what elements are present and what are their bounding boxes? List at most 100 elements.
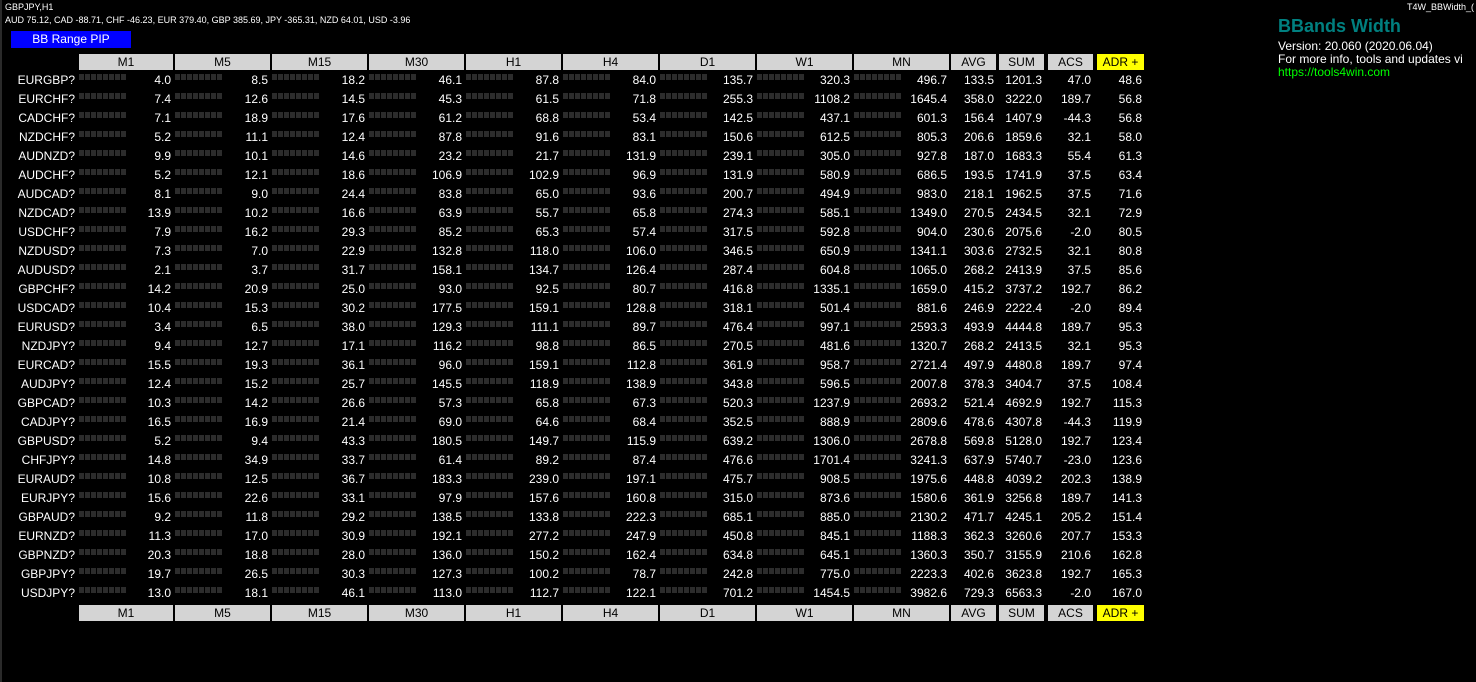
symbol-label[interactable]: CADJPY? xyxy=(0,413,75,432)
column-header-h4[interactable]: H4 xyxy=(563,605,658,621)
symbol-label[interactable]: GBPUSD? xyxy=(0,432,75,451)
value-cell: 192.7 xyxy=(1060,434,1091,448)
symbol-label[interactable]: EURCAD? xyxy=(0,356,75,375)
column-header-adr[interactable]: ADR + xyxy=(1097,605,1144,621)
symbol-label[interactable]: GBPCHF? xyxy=(0,280,75,299)
column-header-mn[interactable]: MN xyxy=(854,605,949,621)
column-header-m5[interactable]: M5 xyxy=(175,605,270,621)
column-header-m5[interactable]: M5 xyxy=(175,54,270,70)
value-cell: 25.0 xyxy=(341,282,365,296)
value-cell: 80.5 xyxy=(1118,225,1142,239)
value-cell: 888.9 xyxy=(819,415,850,429)
value-cell: 61.3 xyxy=(1118,149,1142,163)
value-cell: 193.5 xyxy=(963,168,994,182)
value-cell: 14.5 xyxy=(341,92,365,106)
symbol-label[interactable]: AUDUSD? xyxy=(0,261,75,280)
value-cell: 129.3 xyxy=(431,320,462,334)
value-cell: 2434.5 xyxy=(1005,206,1042,220)
symbol-label[interactable]: EURJPY? xyxy=(0,489,75,508)
value-cell: 160.8 xyxy=(625,491,656,505)
symbol-label[interactable]: AUDJPY? xyxy=(0,375,75,394)
value-cell: 48.6 xyxy=(1118,73,1142,87)
version-label: Version: 20.060 (2020.06.04) xyxy=(1278,39,1433,53)
symbol-label[interactable]: NZDCHF? xyxy=(0,128,75,147)
value-cell: 1741.9 xyxy=(1005,168,1042,182)
column-header-m1[interactable]: M1 xyxy=(79,54,173,70)
value-cell: 138.9 xyxy=(1111,472,1142,486)
bb-range-pip-button[interactable]: BB Range PIP xyxy=(11,31,131,48)
symbol-label[interactable]: EURAUD? xyxy=(0,470,75,489)
value-cell: 3.4 xyxy=(154,320,171,334)
column-header-w1[interactable]: W1 xyxy=(757,54,852,70)
value-cell: 402.6 xyxy=(963,567,994,581)
value-cell: 22.9 xyxy=(341,244,365,258)
symbol-label[interactable]: EURUSD? xyxy=(0,318,75,337)
value-cell: 16.2 xyxy=(244,225,268,239)
value-cell: 61.5 xyxy=(535,92,559,106)
value-cell: 205.2 xyxy=(1060,510,1091,524)
symbol-label[interactable]: NZDUSD? xyxy=(0,242,75,261)
symbol-label[interactable]: EURNZD? xyxy=(0,527,75,546)
column-header-h4[interactable]: H4 xyxy=(563,54,658,70)
column-header-m30[interactable]: M30 xyxy=(369,605,464,621)
column-header-acs[interactable]: ACS xyxy=(1048,605,1093,621)
column-header-sum[interactable]: SUM xyxy=(999,54,1044,70)
value-cell: 16.6 xyxy=(341,206,365,220)
symbol-label[interactable]: USDJPY? xyxy=(0,584,75,603)
value-cell: 65.0 xyxy=(535,187,559,201)
column-header-avg[interactable]: AVG xyxy=(951,605,996,621)
symbol-label[interactable]: GBPNZD? xyxy=(0,546,75,565)
column-header-d1[interactable]: D1 xyxy=(660,605,755,621)
symbol-label[interactable]: AUDNZD? xyxy=(0,147,75,166)
symbol-label[interactable]: USDCAD? xyxy=(0,299,75,318)
column-header-sum[interactable]: SUM xyxy=(999,605,1044,621)
symbol-label[interactable]: GBPJPY? xyxy=(0,565,75,584)
column-header-d1[interactable]: D1 xyxy=(660,54,755,70)
value-cell: 153.3 xyxy=(1111,529,1142,543)
value-cell: 315.0 xyxy=(722,491,753,505)
value-cell: 93.6 xyxy=(632,187,656,201)
column-header-w1[interactable]: W1 xyxy=(757,605,852,621)
column-header-adr[interactable]: ADR + xyxy=(1097,54,1144,70)
value-cell: 83.1 xyxy=(632,130,656,144)
symbol-label[interactable]: NZDCAD? xyxy=(0,204,75,223)
symbol-label[interactable]: AUDCAD? xyxy=(0,185,75,204)
value-cell: 634.8 xyxy=(722,548,753,562)
column-header-m1[interactable]: M1 xyxy=(79,605,173,621)
symbol-label[interactable]: AUDCHF? xyxy=(0,166,75,185)
symbol-label[interactable]: GBPCAD? xyxy=(0,394,75,413)
column-header-h1[interactable]: H1 xyxy=(466,54,561,70)
value-cell: 1320.7 xyxy=(910,339,947,353)
value-cell: 361.9 xyxy=(722,358,753,372)
column-header-h1[interactable]: H1 xyxy=(466,605,561,621)
column-header-m30[interactable]: M30 xyxy=(369,54,464,70)
value-cell: 15.2 xyxy=(244,377,268,391)
value-cell: 96.9 xyxy=(632,168,656,182)
symbol-label[interactable]: EURCHF? xyxy=(0,90,75,109)
website-link[interactable]: https://tools4win.com xyxy=(1278,65,1390,79)
symbol-label[interactable]: EURGBP? xyxy=(0,71,75,90)
value-cell: 1407.9 xyxy=(1005,111,1042,125)
value-cell: 33.7 xyxy=(341,453,365,467)
value-cell: 18.2 xyxy=(341,73,365,87)
column-header-mn[interactable]: MN xyxy=(854,54,949,70)
value-cell: 2413.9 xyxy=(1005,263,1042,277)
symbol-label[interactable]: NZDJPY? xyxy=(0,337,75,356)
column-header-acs[interactable]: ACS xyxy=(1048,54,1093,70)
value-cell: 26.6 xyxy=(341,396,365,410)
value-cell: 31.7 xyxy=(341,263,365,277)
symbol-label[interactable]: GBPAUD? xyxy=(0,508,75,527)
value-cell: 69.0 xyxy=(438,415,462,429)
value-cell: 21.7 xyxy=(535,149,559,163)
symbol-label[interactable]: USDCHF? xyxy=(0,223,75,242)
value-cell: 97.9 xyxy=(438,491,462,505)
column-header-m15[interactable]: M15 xyxy=(272,54,367,70)
column-header-avg[interactable]: AVG xyxy=(951,54,996,70)
value-cell: 19.7 xyxy=(147,567,171,581)
value-cell: 63.9 xyxy=(438,206,462,220)
value-cell: 569.8 xyxy=(963,434,994,448)
symbol-label[interactable]: CHFJPY? xyxy=(0,451,75,470)
symbol-label[interactable]: CADCHF? xyxy=(0,109,75,128)
column-header-m15[interactable]: M15 xyxy=(272,605,367,621)
value-cell: 3155.9 xyxy=(1005,548,1042,562)
